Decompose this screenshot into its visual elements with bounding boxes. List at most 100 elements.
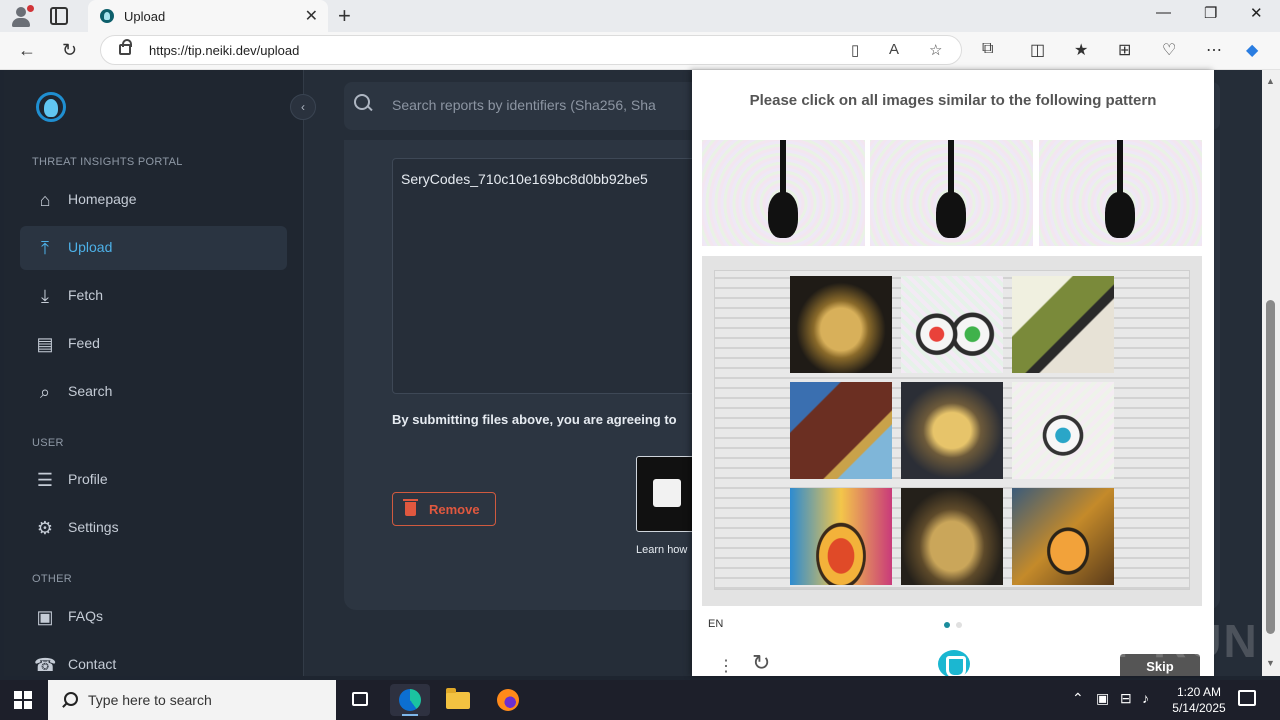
remove-button[interactable]: Remove <box>392 492 496 526</box>
captcha-image-tile[interactable] <box>901 488 1003 585</box>
sidebar-item-search[interactable]: ⌕ Search <box>20 370 287 414</box>
volume-icon[interactable]: ♪ <box>1142 690 1149 706</box>
more-menu-icon[interactable]: ⋯ <box>1206 40 1222 60</box>
clock-time: 1:20 AM <box>1176 685 1222 699</box>
sidebar-item-profile[interactable]: ☰ Profile <box>20 458 287 502</box>
page-view-icon[interactable]: ▯ <box>851 41 859 59</box>
captcha-refresh-icon[interactable]: ↻ <box>752 650 770 676</box>
captcha-page-indicator <box>956 622 962 628</box>
window-restore-button[interactable]: ❐ <box>1204 4 1217 22</box>
sidebar-item-feed[interactable]: ▤ Feed <box>20 322 287 366</box>
site-favicon-icon <box>100 9 114 23</box>
sidebar-item-label: Settings <box>68 519 119 535</box>
sidebar-item-homepage[interactable]: ⌂ Homepage <box>20 178 287 222</box>
upload-icon: ⤒ <box>41 238 49 258</box>
sidebar-item-label: Upload <box>68 239 113 255</box>
tab-actions-icon[interactable] <box>50 7 68 25</box>
tab-close-icon[interactable]: ✕ <box>305 6 318 26</box>
split-screen-icon[interactable]: ◫ <box>1030 40 1045 60</box>
taskbar-search-placeholder: Type here to search <box>88 692 212 708</box>
profile-avatar-icon[interactable] <box>10 5 34 27</box>
taskbar-firefox-button[interactable] <box>488 684 528 716</box>
favorite-star-icon[interactable]: ☆ <box>929 41 942 59</box>
sidebar-item-label: Contact <box>68 656 117 672</box>
read-aloud-icon[interactable]: A <box>889 41 899 58</box>
browser-tab-bar: Upload ✕ + — ❐ ✕ <box>0 0 1280 32</box>
lock-icon[interactable] <box>119 39 132 55</box>
firefox-icon <box>497 689 519 711</box>
task-view-button[interactable] <box>340 684 380 716</box>
learn-how-link[interactable]: Learn how <box>636 544 687 556</box>
captcha-image-tile[interactable] <box>1012 276 1114 373</box>
taskbar-file-explorer-button[interactable] <box>438 684 478 716</box>
browser-tab-upload[interactable]: Upload ✕ <box>88 0 328 32</box>
captcha-image-tile[interactable] <box>901 276 1003 373</box>
back-arrow-icon[interactable]: ← <box>18 40 36 61</box>
favorites-icon[interactable]: ★ <box>1074 40 1088 60</box>
url-text[interactable]: https://tip.neiki.dev/upload <box>149 43 299 58</box>
captcha-menu-icon[interactable]: ⋮ <box>718 656 734 676</box>
captcha-pattern-row <box>702 140 1202 246</box>
captcha-image-tile[interactable] <box>1012 488 1114 585</box>
contact-icon: ☎ <box>34 655 57 675</box>
download-icon: ⤓ <box>41 286 49 306</box>
notification-center-icon[interactable] <box>1238 690 1256 706</box>
sidebar-collapse-button[interactable]: ‹ <box>290 94 316 120</box>
scrollbar-thumb[interactable] <box>1266 300 1275 634</box>
scroll-down-icon[interactable]: ▼ <box>1266 658 1275 668</box>
tray-overflow-icon[interactable]: ⌃ <box>1072 690 1084 707</box>
terms-agreement-text: By submitting files above, you are agree… <box>392 412 677 427</box>
sidebar: THREAT INSIGHTS PORTAL ⌂ Homepage ⤒ Uplo… <box>4 70 304 676</box>
sidebar-item-upload[interactable]: ⤒ Upload <box>20 226 287 270</box>
captcha-image-tile[interactable] <box>790 276 892 373</box>
sidebar-item-label: Homepage <box>68 191 137 207</box>
collections-icon[interactable]: ⊞ <box>1118 40 1131 60</box>
taskbar-edge-button[interactable] <box>390 684 430 716</box>
reload-icon[interactable]: ↻ <box>62 40 77 61</box>
sidebar-item-faqs[interactable]: ▣ FAQs <box>20 595 287 639</box>
sidebar-item-fetch[interactable]: ⤓ Fetch <box>20 274 287 318</box>
extensions-icon[interactable]: ⧉ <box>982 40 993 58</box>
browser-essentials-icon[interactable]: ♡ <box>1162 40 1176 60</box>
sidebar-item-label: Search <box>68 383 113 399</box>
section-label-user: USER <box>32 437 64 449</box>
scroll-up-icon[interactable]: ▲ <box>1266 76 1275 86</box>
section-label-other: OTHER <box>32 573 72 585</box>
captcha-image-tile[interactable] <box>901 382 1003 479</box>
window-close-button[interactable]: ✕ <box>1250 4 1263 22</box>
system-clock[interactable]: 1:20 AM 5/14/2025 <box>1164 684 1234 716</box>
sidebar-item-contact[interactable]: ☎ Contact <box>20 643 287 676</box>
copilot-icon[interactable]: ◆ <box>1246 40 1258 60</box>
sidebar-item-settings[interactable]: ⚙ Settings <box>20 506 287 550</box>
sidebar-item-label: Fetch <box>68 287 104 303</box>
windows-taskbar: Type here to search ⌃ ▣ ⊟ ♪ 1:20 AM 5/14… <box>0 680 1280 720</box>
anyrun-watermark: ANY RUN <box>1036 615 1259 667</box>
search-icon <box>62 692 78 706</box>
site-logo-icon[interactable] <box>34 90 68 126</box>
captcha-image-tile[interactable] <box>790 382 892 479</box>
new-tab-button[interactable]: + <box>338 3 351 29</box>
tray-device-icon[interactable]: ▣ <box>1096 690 1109 707</box>
captcha-challenge-panel: Please click on all images similar to th… <box>692 70 1214 676</box>
captcha-image-tile[interactable] <box>790 488 892 585</box>
search-icon <box>354 94 372 112</box>
sidebar-item-label: FAQs <box>68 608 104 624</box>
network-icon[interactable]: ⊟ <box>1120 690 1132 707</box>
profile-icon: ☰ <box>36 470 54 490</box>
taskbar-search-box[interactable]: Type here to search <box>48 680 336 720</box>
captcha-image-tile[interactable] <box>1012 382 1114 479</box>
page-scrollbar[interactable]: ▲ ▼ <box>1262 70 1280 676</box>
captcha-page-indicator-active <box>944 622 950 628</box>
tab-title: Upload <box>124 9 166 24</box>
edge-browser-icon <box>399 689 421 711</box>
feed-icon: ▤ <box>36 334 54 354</box>
windows-start-icon[interactable] <box>14 691 32 709</box>
clock-date: 5/14/2025 <box>1172 701 1226 715</box>
captcha-checkbox[interactable] <box>653 479 681 507</box>
window-minimize-button[interactable]: — <box>1156 4 1171 21</box>
captcha-language-selector[interactable]: EN <box>708 618 723 630</box>
search-placeholder[interactable]: Search reports by identifiers (Sha256, S… <box>392 97 656 113</box>
url-field[interactable]: https://tip.neiki.dev/upload ▯ A ☆ <box>100 35 962 65</box>
search-icon: ⌕ <box>39 382 51 402</box>
home-icon: ⌂ <box>39 190 51 210</box>
